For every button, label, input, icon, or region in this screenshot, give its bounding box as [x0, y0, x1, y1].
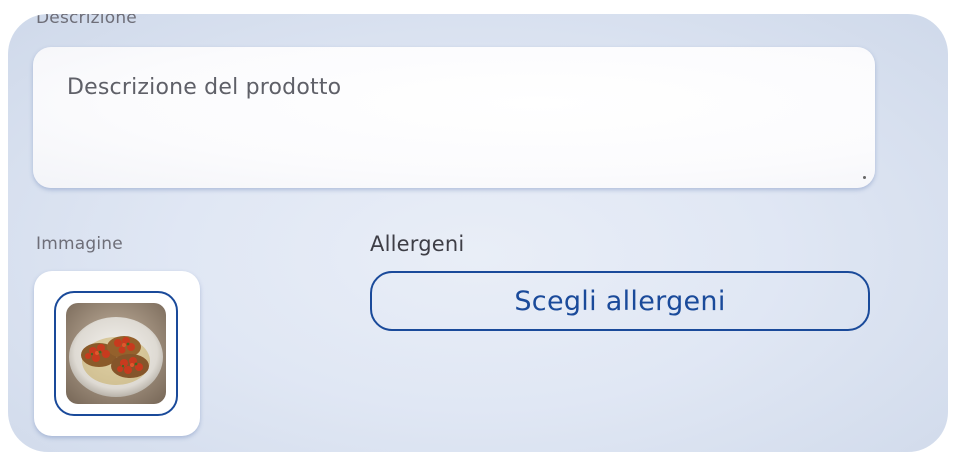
description-textarea[interactable]: Descrizione del prodotto	[33, 47, 875, 188]
image-label: Immagine	[36, 234, 123, 254]
bruschetta-photo-icon	[66, 303, 166, 404]
allergens-label: Allergeni	[370, 232, 465, 256]
choose-allergens-button[interactable]: Scegli allergeni	[370, 271, 870, 331]
description-label: Descrizione	[36, 14, 137, 28]
description-placeholder: Descrizione del prodotto	[67, 75, 342, 100]
image-preview-frame[interactable]	[54, 291, 178, 416]
product-form-panel: Descrizione Descrizione del prodotto Imm…	[8, 14, 948, 452]
image-upload-card[interactable]	[34, 271, 200, 436]
resize-handle-icon[interactable]	[863, 176, 866, 179]
